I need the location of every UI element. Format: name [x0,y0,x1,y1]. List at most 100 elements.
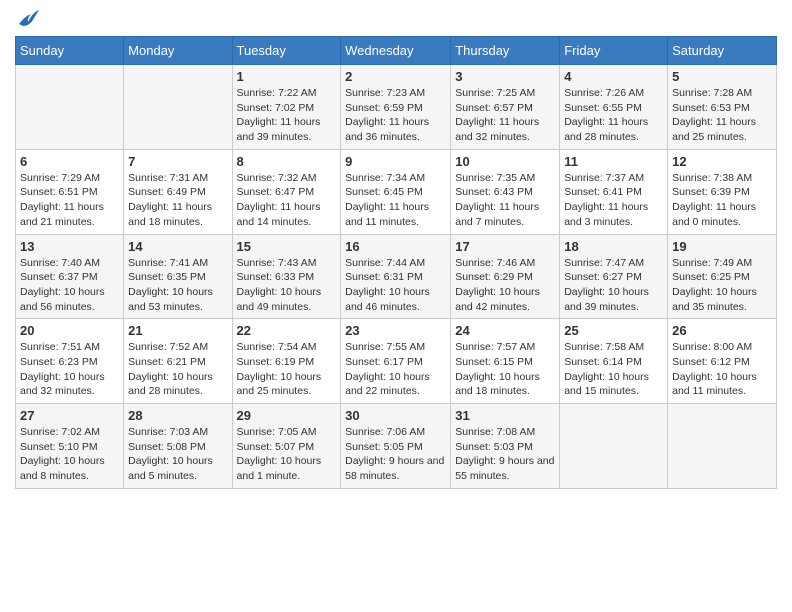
day-info: Sunrise: 7:08 AMSunset: 5:03 PMDaylight:… [455,425,555,484]
calendar-cell: 7Sunrise: 7:31 AMSunset: 6:49 PMDaylight… [124,149,232,234]
day-number: 17 [455,239,555,254]
day-info: Sunrise: 7:02 AMSunset: 5:10 PMDaylight:… [20,425,119,484]
calendar-cell: 2 Sunrise: 7:23 AMSunset: 6:59 PMDaylight… [341,65,451,150]
weekday-header-sunday: Sunday [16,37,124,65]
calendar-cell: 24 Sunrise: 7:57 AMSunset: 6:15 PMDayligh… [451,319,560,404]
day-number: 21 [128,323,227,338]
calendar-cell: 25 Sunrise: 7:58 AMSunset: 6:14 PMDayligh… [560,319,668,404]
calendar-cell: 14Sunrise: 7:41 AMSunset: 6:35 PMDayligh… [124,234,232,319]
calendar-cell: 20Sunrise: 7:51 AMSunset: 6:23 PMDayligh… [16,319,124,404]
day-info: Sunrise: 7:29 AMSunset: 6:51 PMDaylight:… [20,171,119,230]
day-number: 30 [345,408,446,423]
logo [15,10,39,28]
day-info: Sunrise: 8:00 AMSunset: 6:12 PMDaylight:… [672,340,772,399]
day-number: 22 [237,323,337,338]
calendar-cell: 4 Sunrise: 7:26 AMSunset: 6:55 PMDaylight… [560,65,668,150]
day-number: 5 [672,69,772,84]
calendar-cell: 15 Sunrise: 7:43 AMSunset: 6:33 PMDayligh… [232,234,341,319]
day-number: 18 [564,239,663,254]
day-number: 12 [672,154,772,169]
calendar-cell: 21Sunrise: 7:52 AMSunset: 6:21 PMDayligh… [124,319,232,404]
calendar-cell: 23Sunrise: 7:55 AMSunset: 6:17 PMDayligh… [341,319,451,404]
day-number: 11 [564,154,663,169]
calendar-table: SundayMondayTuesdayWednesdayThursdayFrid… [15,36,777,489]
day-info: Sunrise: 7:51 AMSunset: 6:23 PMDaylight:… [20,340,119,399]
calendar-cell: 11 Sunrise: 7:37 AMSunset: 6:41 PMDayligh… [560,149,668,234]
calendar-cell [560,404,668,489]
day-info: Sunrise: 7:46 AMSunset: 6:29 PMDaylight:… [455,256,555,315]
calendar-week-2: 6Sunrise: 7:29 AMSunset: 6:51 PMDaylight… [16,149,777,234]
day-info: Sunrise: 7:23 AMSunset: 6:59 PMDaylight:… [345,86,446,145]
calendar-week-3: 13Sunrise: 7:40 AMSunset: 6:37 PMDayligh… [16,234,777,319]
day-info: Sunrise: 7:28 AMSunset: 6:53 PMDaylight:… [672,86,772,145]
day-number: 8 [237,154,337,169]
calendar-cell: 17 Sunrise: 7:46 AMSunset: 6:29 PMDayligh… [451,234,560,319]
calendar-cell: 10Sunrise: 7:35 AMSunset: 6:43 PMDayligh… [451,149,560,234]
day-info: Sunrise: 7:22 AMSunset: 7:02 PMDaylight:… [237,86,337,145]
calendar-week-5: 27Sunrise: 7:02 AMSunset: 5:10 PMDayligh… [16,404,777,489]
page-header [15,10,777,28]
day-number: 15 [237,239,337,254]
weekday-header-tuesday: Tuesday [232,37,341,65]
day-info: Sunrise: 7:40 AMSunset: 6:37 PMDaylight:… [20,256,119,315]
day-info: Sunrise: 7:41 AMSunset: 6:35 PMDaylight:… [128,256,227,315]
day-info: Sunrise: 7:58 AMSunset: 6:14 PMDaylight:… [564,340,663,399]
calendar-header-row: SundayMondayTuesdayWednesdayThursdayFrid… [16,37,777,65]
weekday-header-wednesday: Wednesday [341,37,451,65]
day-number: 2 [345,69,446,84]
day-info: Sunrise: 7:44 AMSunset: 6:31 PMDaylight:… [345,256,446,315]
day-info: Sunrise: 7:49 AMSunset: 6:25 PMDaylight:… [672,256,772,315]
day-info: Sunrise: 7:57 AMSunset: 6:15 PMDaylight:… [455,340,555,399]
calendar-cell: 30 Sunrise: 7:06 AMSunset: 5:05 PMDayligh… [341,404,451,489]
calendar-cell: 6Sunrise: 7:29 AMSunset: 6:51 PMDaylight… [16,149,124,234]
weekday-header-thursday: Thursday [451,37,560,65]
day-info: Sunrise: 7:25 AMSunset: 6:57 PMDaylight:… [455,86,555,145]
day-info: Sunrise: 7:03 AMSunset: 5:08 PMDaylight:… [128,425,227,484]
calendar-cell: 16 Sunrise: 7:44 AMSunset: 6:31 PMDayligh… [341,234,451,319]
day-number: 29 [237,408,337,423]
weekday-header-monday: Monday [124,37,232,65]
day-number: 9 [345,154,446,169]
day-number: 16 [345,239,446,254]
day-number: 24 [455,323,555,338]
calendar-cell: 12 Sunrise: 7:38 AMSunset: 6:39 PMDayligh… [668,149,777,234]
day-number: 19 [672,239,772,254]
day-info: Sunrise: 7:54 AMSunset: 6:19 PMDaylight:… [237,340,337,399]
calendar-cell: 29 Sunrise: 7:05 AMSunset: 5:07 PMDayligh… [232,404,341,489]
day-info: Sunrise: 7:37 AMSunset: 6:41 PMDaylight:… [564,171,663,230]
calendar-cell [16,65,124,150]
calendar-cell: 31 Sunrise: 7:08 AMSunset: 5:03 PMDayligh… [451,404,560,489]
calendar-cell: 3 Sunrise: 7:25 AMSunset: 6:57 PMDaylight… [451,65,560,150]
calendar-cell: 9 Sunrise: 7:34 AMSunset: 6:45 PMDaylight… [341,149,451,234]
day-info: Sunrise: 7:05 AMSunset: 5:07 PMDaylight:… [237,425,337,484]
calendar-cell: 19 Sunrise: 7:49 AMSunset: 6:25 PMDayligh… [668,234,777,319]
calendar-week-1: 1 Sunrise: 7:22 AMSunset: 7:02 PMDaylight… [16,65,777,150]
day-number: 4 [564,69,663,84]
weekday-header-saturday: Saturday [668,37,777,65]
day-info: Sunrise: 7:43 AMSunset: 6:33 PMDaylight:… [237,256,337,315]
calendar-cell: 22 Sunrise: 7:54 AMSunset: 6:19 PMDayligh… [232,319,341,404]
calendar-cell: 8Sunrise: 7:32 AMSunset: 6:47 PMDaylight… [232,149,341,234]
calendar-cell: 28Sunrise: 7:03 AMSunset: 5:08 PMDayligh… [124,404,232,489]
day-number: 25 [564,323,663,338]
weekday-header-friday: Friday [560,37,668,65]
calendar-cell: 18 Sunrise: 7:47 AMSunset: 6:27 PMDayligh… [560,234,668,319]
day-number: 26 [672,323,772,338]
day-info: Sunrise: 7:26 AMSunset: 6:55 PMDaylight:… [564,86,663,145]
logo-bird-icon [17,10,39,28]
calendar-cell: 1 Sunrise: 7:22 AMSunset: 7:02 PMDaylight… [232,65,341,150]
calendar-cell [668,404,777,489]
page-container: SundayMondayTuesdayWednesdayThursdayFrid… [0,0,792,504]
day-number: 3 [455,69,555,84]
day-info: Sunrise: 7:06 AMSunset: 5:05 PMDaylight:… [345,425,446,484]
day-info: Sunrise: 7:38 AMSunset: 6:39 PMDaylight:… [672,171,772,230]
calendar-cell [124,65,232,150]
day-info: Sunrise: 7:31 AMSunset: 6:49 PMDaylight:… [128,171,227,230]
day-number: 23 [345,323,446,338]
calendar-cell: 27Sunrise: 7:02 AMSunset: 5:10 PMDayligh… [16,404,124,489]
day-info: Sunrise: 7:34 AMSunset: 6:45 PMDaylight:… [345,171,446,230]
calendar-cell: 13Sunrise: 7:40 AMSunset: 6:37 PMDayligh… [16,234,124,319]
day-number: 1 [237,69,337,84]
day-info: Sunrise: 7:47 AMSunset: 6:27 PMDaylight:… [564,256,663,315]
day-number: 31 [455,408,555,423]
